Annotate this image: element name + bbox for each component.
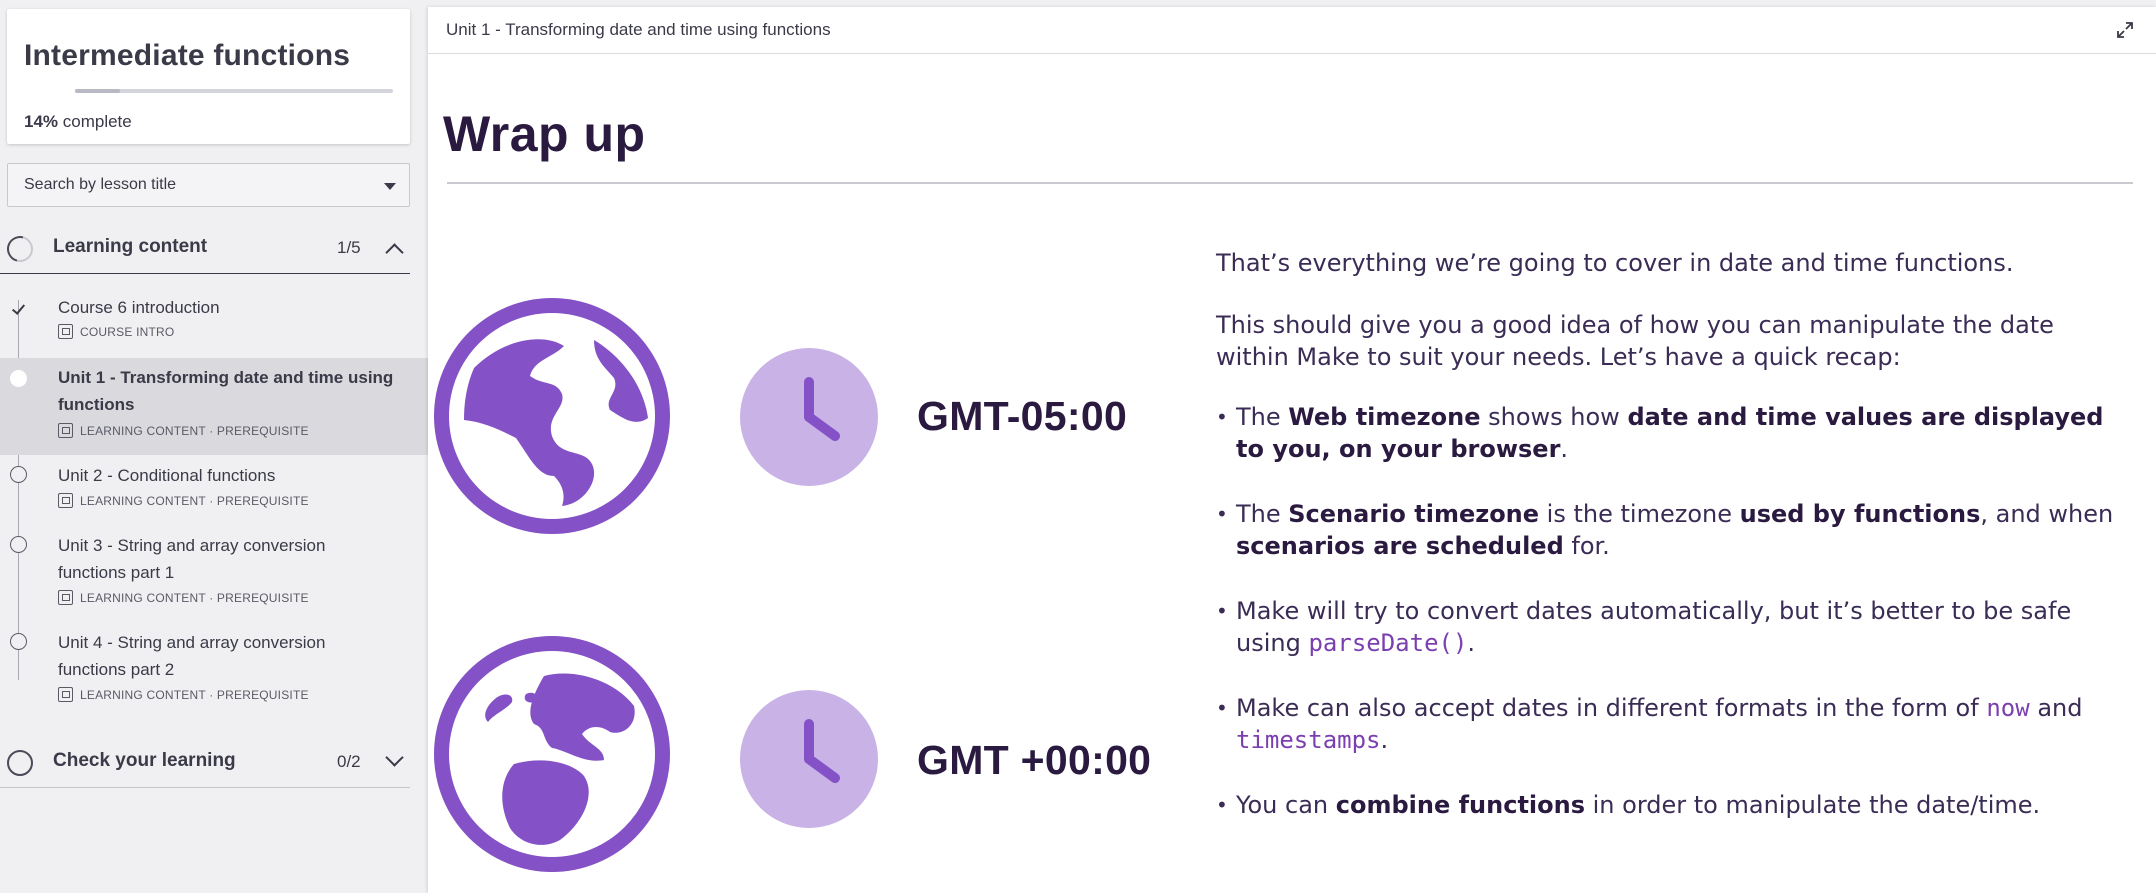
progress-suffix: complete: [58, 112, 132, 131]
gmt-label-bottom: GMT +00:00: [917, 737, 1152, 783]
lesson-type-icon: [58, 590, 73, 605]
section-progress-ring: [2, 231, 38, 267]
lesson-item-unit-3[interactable]: Unit 3 - String and array conversion fun…: [0, 532, 428, 622]
recap-item: The Web timezone shows how date and time…: [1216, 401, 2116, 465]
lesson-title: Unit 1 - Transforming date and time usin…: [58, 368, 394, 414]
lesson-title: Unit 4 - String and array conversion fun…: [58, 633, 326, 679]
lesson-status-dot: [10, 466, 27, 483]
lesson-meta: LEARNING CONTENT · PREREQUISITE: [58, 590, 309, 605]
section-progress-ring: [7, 750, 33, 776]
lesson-type-icon: [58, 324, 73, 339]
lesson-search-select[interactable]: Search by lesson title: [7, 163, 410, 207]
lesson-meta: COURSE INTRO: [58, 324, 174, 339]
wrapup-text: That’s everything we’re going to cover i…: [1216, 247, 2116, 854]
section-header-check-your-learning[interactable]: Check your learning 0/2: [0, 734, 410, 788]
progress-bar: [75, 89, 393, 93]
lesson-search-placeholder: Search by lesson title: [24, 176, 177, 193]
section-count: 1/5: [337, 238, 361, 257]
gmt-label-top: GMT-05:00: [917, 393, 1128, 439]
lesson-meta: LEARNING CONTENT · PREREQUISITE: [58, 493, 309, 508]
lesson-type-icon: [58, 687, 73, 702]
lesson-status-dot: [10, 536, 27, 553]
course-title: Intermediate functions: [24, 39, 351, 72]
chevron-down-icon[interactable]: [385, 748, 404, 767]
checkmark-icon: [10, 300, 27, 317]
section-count: 0/2: [337, 752, 361, 771]
lesson-type-icon: [58, 423, 73, 438]
expand-icon[interactable]: [2116, 21, 2134, 39]
lesson-status-dot: [10, 633, 27, 650]
lesson-item-unit-1[interactable]: Unit 1 - Transforming date and time usin…: [0, 358, 428, 455]
chevron-up-icon[interactable]: [385, 243, 404, 262]
page-title: Wrap up: [443, 106, 646, 162]
globe-icon: [434, 636, 670, 872]
progress-percent: 14%: [24, 112, 59, 131]
progress-text: 14% complete: [24, 112, 132, 132]
lesson-title: Course 6 introduction: [58, 298, 220, 317]
lesson-meta-text: LEARNING CONTENT · PREREQUISITE: [80, 590, 309, 605]
lesson-title: Unit 2 - Conditional functions: [58, 466, 276, 485]
lesson-meta: LEARNING CONTENT · PREREQUISITE: [58, 423, 309, 438]
title-divider: [447, 182, 2133, 184]
lesson-status-dot: [10, 370, 27, 387]
lesson-meta-text: LEARNING CONTENT · PREREQUISITE: [80, 423, 309, 438]
intro-paragraph-2: This should give you a good idea of how …: [1216, 311, 2054, 371]
section-title: Learning content: [53, 236, 208, 257]
lesson-meta-text: LEARNING CONTENT · PREREQUISITE: [80, 493, 309, 508]
intro-paragraph-1: That’s everything we’re going to cover i…: [1216, 249, 2014, 277]
recap-item: The Scenario timezone is the timezone us…: [1216, 498, 2116, 562]
lesson-item-course-intro[interactable]: Course 6 introduction COURSE INTRO: [0, 288, 428, 350]
clock-icon: [740, 348, 878, 486]
lesson-item-unit-2[interactable]: Unit 2 - Conditional functions LEARNING …: [0, 462, 428, 524]
lesson-breadcrumb: Unit 1 - Transforming date and time usin…: [446, 20, 831, 39]
lesson-meta: LEARNING CONTENT · PREREQUISITE: [58, 687, 309, 702]
recap-item: Make can also accept dates in different …: [1216, 692, 2116, 756]
lesson-meta-text: LEARNING CONTENT · PREREQUISITE: [80, 687, 309, 702]
course-card: Intermediate functions 14% complete: [7, 9, 410, 144]
section-title: Check your learning: [53, 750, 236, 771]
chevron-down-icon: [384, 183, 396, 190]
recap-item: You can combine functions in order to ma…: [1216, 789, 2116, 821]
recap-list: The Web timezone shows how date and time…: [1216, 401, 2116, 821]
recap-item: Make will try to convert dates automatic…: [1216, 595, 2116, 659]
progress-bar-fill: [75, 89, 120, 93]
lesson-content-panel: Unit 1 - Transforming date and time usin…: [428, 7, 2156, 893]
lesson-meta-text: COURSE INTRO: [80, 324, 175, 339]
course-sidebar: Intermediate functions 14% complete Sear…: [0, 0, 428, 893]
lesson-title: Unit 3 - String and array conversion fun…: [58, 536, 326, 582]
lesson-item-unit-4[interactable]: Unit 4 - String and array conversion fun…: [0, 629, 428, 719]
globe-icon: [434, 298, 670, 534]
section-header-learning-content[interactable]: Learning content 1/5: [0, 220, 410, 274]
lesson-topbar: Unit 1 - Transforming date and time usin…: [428, 7, 2156, 54]
lesson-type-icon: [58, 493, 73, 508]
clock-icon: [740, 690, 878, 828]
